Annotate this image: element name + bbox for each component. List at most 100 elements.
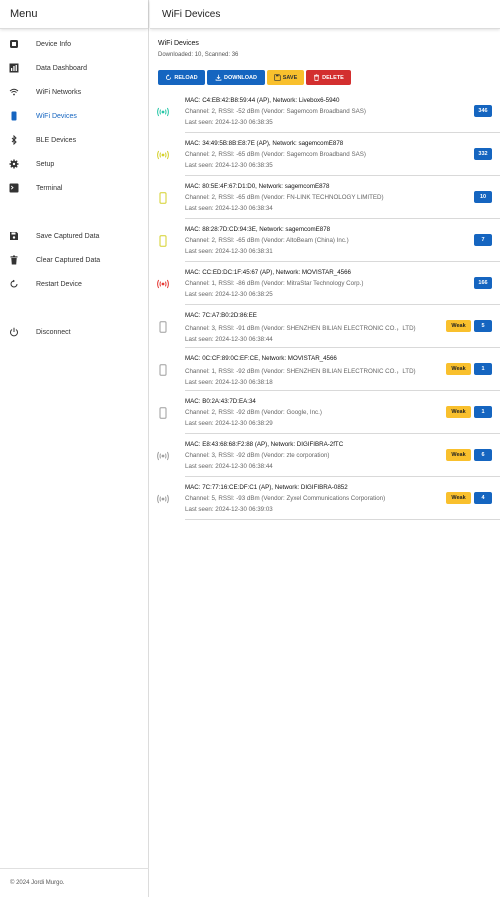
download-label: DOWNLOAD xyxy=(224,74,257,81)
device-row[interactable]: MAC: 80:5E:4F:67:D1:D0, Network: sagemco… xyxy=(150,176,500,219)
section-title: WiFi Devices xyxy=(158,40,199,47)
sidebar-item-label: BLE Devices xyxy=(36,136,77,144)
device-row[interactable]: MAC: B0:2A:43:7D:EA:34 Channel: 2, RSSI: … xyxy=(150,391,500,434)
device-last-seen: Last seen: 2024-12-30 06:38:35 xyxy=(185,162,273,169)
sidebar-item-label: Restart Device xyxy=(36,280,82,288)
count-badge: 7 xyxy=(474,234,492,246)
sidebar-item-label: Terminal xyxy=(36,184,63,192)
device-last-seen: Last seen: 2024-12-30 06:38:31 xyxy=(185,248,273,255)
phone-icon xyxy=(156,407,170,419)
phone-icon xyxy=(156,364,170,376)
gear-icon xyxy=(9,159,19,169)
phone-icon xyxy=(9,111,19,121)
device-row[interactable]: MAC: 88:28:7D:CD:94:3E, Network: sagemco… xyxy=(150,219,500,262)
sidebar-item-label: Device Info xyxy=(36,40,72,48)
device-badges: Weak 1 xyxy=(446,406,492,418)
delete-button[interactable]: DELETE xyxy=(306,70,351,85)
device-mac-line: MAC: B0:2A:43:7D:EA:34 xyxy=(185,398,256,405)
device-row[interactable]: MAC: CC:ED:DC:1F:45:67 (AP), Network: MO… xyxy=(150,262,500,305)
access-point-icon xyxy=(156,106,170,118)
reload-icon xyxy=(166,74,172,81)
sidebar-item-restart-device[interactable]: Restart Device xyxy=(0,274,149,294)
device-row[interactable]: MAC: 7C:A7:B0:2D:86:EE Channel: 3, RSSI: … xyxy=(150,305,500,348)
device-badges: Weak 1 xyxy=(446,363,492,375)
sidebar-item-wifi-devices[interactable]: WiFi Devices xyxy=(0,106,149,126)
wifi-icon xyxy=(9,87,19,97)
device-channel-line: Channel: 1, RSSI: -86 dBm (Vendor: Mitra… xyxy=(185,280,364,287)
device-row[interactable]: MAC: 7C:77:16:CE:DF:C1 (AP), Network: DI… xyxy=(150,477,500,520)
device-row[interactable]: MAC: 0C:CF:89:0C:EF:CE, Network: MOVISTA… xyxy=(150,348,500,391)
device-mac-line: MAC: 34:49:5B:8B:E8:7E (AP), Network: sa… xyxy=(185,140,344,147)
sidebar-item-label: WiFi Devices xyxy=(36,112,77,120)
sidebar-item-label: WiFi Networks xyxy=(36,88,82,96)
device-last-seen: Last seen: 2024-12-30 06:38:18 xyxy=(185,379,273,386)
device-badges: Weak 6 xyxy=(446,449,492,461)
terminal-icon xyxy=(9,183,19,193)
device-channel-line: Channel: 2, RSSI: -65 dBm (Vendor: FN-LI… xyxy=(185,194,384,201)
device-channel-line: Channel: 2, RSSI: -65 dBm (Vendor: AltoB… xyxy=(185,237,349,244)
sidebar-item-label: Clear Captured Data xyxy=(36,256,101,264)
sidebar-item-data-dashboard[interactable]: Data Dashboard xyxy=(0,58,149,78)
delete-label: DELETE xyxy=(322,74,344,81)
sidebar-item-ble-devices[interactable]: BLE Devices xyxy=(0,130,149,150)
weak-badge: Weak xyxy=(446,363,471,375)
bluetooth-icon xyxy=(9,135,19,145)
weak-badge: Weak xyxy=(446,320,471,332)
device-badges: 7 xyxy=(474,234,492,246)
page-title: WiFi Devices xyxy=(150,0,500,29)
save-button[interactable]: SAVE xyxy=(267,70,304,85)
restart-icon xyxy=(9,279,19,289)
access-point-icon xyxy=(156,278,170,290)
weak-badge: Weak xyxy=(446,449,471,461)
device-row[interactable]: MAC: C4:EB:42:B8:59:44 (AP), Network: Li… xyxy=(150,90,500,133)
chip-icon xyxy=(9,39,19,49)
save-label: SAVE xyxy=(282,74,298,81)
device-row[interactable]: MAC: 34:49:5B:8B:E8:7E (AP), Network: sa… xyxy=(150,133,500,176)
sidebar-item-wifi-networks[interactable]: WiFi Networks xyxy=(0,82,149,102)
device-last-seen: Last seen: 2024-12-30 06:38:35 xyxy=(185,119,273,126)
access-point-icon xyxy=(156,149,170,161)
count-badge: 10 xyxy=(474,191,492,203)
reload-button[interactable]: RELOAD xyxy=(158,70,205,85)
device-mac-line: MAC: 7C:77:16:CE:DF:C1 (AP), Network: DI… xyxy=(185,484,348,491)
phone-icon xyxy=(156,321,170,333)
device-text: MAC: 34:49:5B:8B:E8:7E (AP), Network: sa… xyxy=(185,140,500,176)
device-last-seen: Last seen: 2024-12-30 06:38:44 xyxy=(185,463,273,470)
count-badge: 346 xyxy=(474,105,492,117)
device-mac-line: MAC: CC:ED:DC:1F:45:67 (AP), Network: MO… xyxy=(185,269,351,276)
device-badges: 10 xyxy=(474,191,492,203)
device-channel-line: Channel: 2, RSSI: -65 dBm (Vendor: Sagem… xyxy=(185,151,366,158)
download-icon xyxy=(215,74,222,81)
count-badge: 4 xyxy=(474,492,492,504)
sidebar-item-terminal[interactable]: Terminal xyxy=(0,178,149,198)
download-button[interactable]: DOWNLOAD xyxy=(207,70,265,85)
sidebar-item-disconnect[interactable]: Disconnect xyxy=(0,322,149,342)
device-row[interactable]: MAC: E8:43:68:68:F2:88 (AP), Network: DI… xyxy=(150,434,500,477)
device-mac-line: MAC: 0C:CF:89:0C:EF:CE, Network: MOVISTA… xyxy=(185,355,337,362)
device-mac-line: MAC: 80:5E:4F:67:D1:D0, Network: sagemco… xyxy=(185,183,330,190)
trash-icon xyxy=(9,255,19,265)
trash-icon xyxy=(314,74,320,81)
sidebar-item-save-captured-data[interactable]: Save Captured Data xyxy=(0,226,149,246)
device-mac-line: MAC: C4:EB:42:B8:59:44 (AP), Network: Li… xyxy=(185,97,340,104)
weak-badge: Weak xyxy=(446,492,471,504)
count-badge: 1 xyxy=(474,406,492,418)
device-badges: 332 xyxy=(474,148,492,160)
sidebar-title: Menu xyxy=(0,0,148,29)
sidebar-item-setup[interactable]: Setup xyxy=(0,154,149,174)
device-badges: 166 xyxy=(474,277,492,289)
device-badges: Weak 4 xyxy=(446,492,492,504)
count-badge: 332 xyxy=(474,148,492,160)
floppy-icon xyxy=(274,74,281,81)
phone-icon xyxy=(156,192,170,204)
sidebar-item-device-info[interactable]: Device Info xyxy=(0,34,149,54)
toolbar: RELOAD DOWNLOAD SAVE DELETE xyxy=(158,70,351,85)
download-summary: Downloaded: 10, Scanned: 36 xyxy=(158,52,239,58)
device-last-seen: Last seen: 2024-12-30 06:38:25 xyxy=(185,291,273,298)
floppy-icon xyxy=(9,231,19,241)
sidebar-item-label: Save Captured Data xyxy=(36,232,100,240)
device-last-seen: Last seen: 2024-12-30 06:38:29 xyxy=(185,420,273,427)
phone-icon xyxy=(156,235,170,247)
access-point-icon xyxy=(156,493,170,505)
sidebar-item-clear-captured-data[interactable]: Clear Captured Data xyxy=(0,250,149,270)
